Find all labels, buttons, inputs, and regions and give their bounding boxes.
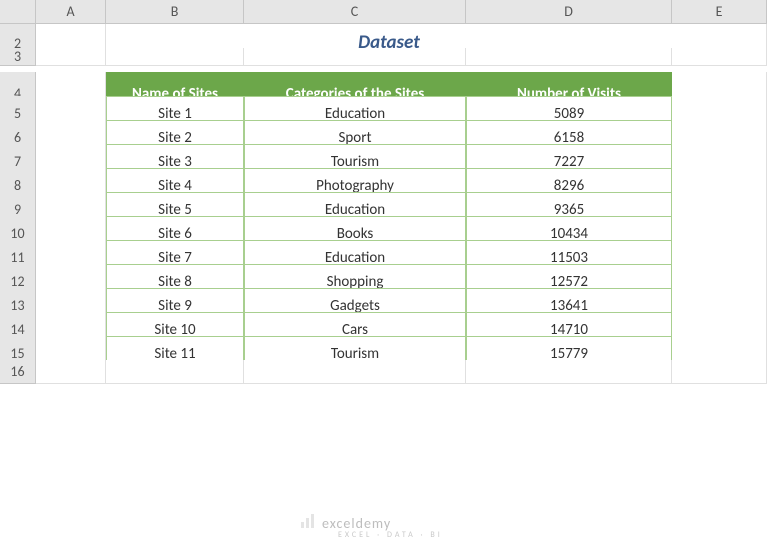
row-header-3[interactable]: 3 [0,48,36,66]
col-header-D[interactable]: D [466,0,672,24]
row-header-16[interactable]: 16 [0,360,36,384]
watermark-sub: EXCEL · DATA · BI [338,530,443,540]
cell-E3[interactable] [672,48,767,66]
watermark-text: exceldemy [322,515,391,532]
cell-E16[interactable] [672,360,767,384]
cell-C16[interactable] [244,360,466,384]
chart-icon [300,513,318,533]
col-header-B[interactable]: B [106,0,244,24]
cell-A16[interactable] [36,360,106,384]
col-header-A[interactable]: A [36,0,106,24]
cell-B16[interactable] [106,360,244,384]
cell-B3[interactable] [106,48,244,66]
cell-C3[interactable] [244,48,466,66]
cell-A3[interactable] [36,48,106,66]
col-header-E[interactable]: E [672,0,767,24]
cell-D3[interactable] [466,48,672,66]
spreadsheet: A B C D E 2 Dataset 3 4 Name of Sites Ca… [0,0,767,384]
col-header-C[interactable]: C [244,0,466,24]
corner-cell[interactable] [0,0,36,24]
cell-D16[interactable] [466,360,672,384]
